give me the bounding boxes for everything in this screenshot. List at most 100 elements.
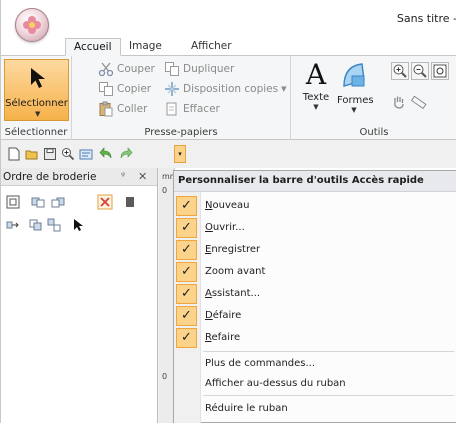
group-select: Sélectionner ▼ Sélectionner xyxy=(1,56,72,140)
sequence-icon[interactable] xyxy=(6,218,20,232)
close-icon[interactable]: ✕ xyxy=(138,170,147,183)
menu-separator xyxy=(203,395,454,396)
layout-copies-button[interactable]: Disposition copies ▼ xyxy=(164,80,287,98)
cut-label: Couper xyxy=(117,63,155,75)
cut-button[interactable]: Couper xyxy=(98,60,155,78)
checkbox-checked: ✓ xyxy=(176,262,197,282)
menu-item-more-commands[interactable]: Plus de commandes... xyxy=(174,353,456,375)
undo-icon[interactable] xyxy=(99,147,113,161)
duplicate-label: Dupliquer xyxy=(183,63,235,75)
move-front-icon[interactable] xyxy=(31,195,45,209)
menu-item-open[interactable]: ✓ Ouvrir... xyxy=(174,217,456,239)
eraser-icon xyxy=(164,101,180,117)
text-tool-button[interactable]: A Texte ▼ xyxy=(299,60,333,112)
tab-afficher[interactable]: Afficher xyxy=(183,38,240,56)
wizard-icon[interactable] xyxy=(79,147,93,161)
label-rest: ouveau xyxy=(212,200,250,211)
label-rest: uvrir... xyxy=(212,222,245,233)
delete-object-icon[interactable] xyxy=(97,194,113,210)
hand-icon xyxy=(394,96,404,109)
label-rest: efaire xyxy=(211,332,241,343)
menu-item-redo[interactable]: ✓ Refaire xyxy=(174,327,456,349)
zoom-in-button[interactable] xyxy=(391,62,409,80)
checkbox-checked: ✓ xyxy=(176,218,197,238)
checkmark-icon: ✓ xyxy=(181,264,192,279)
label-rest: éfaire xyxy=(212,310,242,321)
menu-item-undo[interactable]: ✓ Défaire xyxy=(174,305,456,327)
flower-logo-icon xyxy=(23,16,41,34)
checkmark-icon: ✓ xyxy=(181,242,192,257)
ribbon-tab-bar: Accueil Image Afficher xyxy=(1,36,456,56)
copy-button[interactable]: Copier xyxy=(98,80,151,98)
pan-hand-button[interactable] xyxy=(391,94,409,112)
group-icon[interactable] xyxy=(29,218,43,232)
save-icon[interactable] xyxy=(43,147,57,161)
title-bar: Sans titre - xyxy=(1,0,456,42)
quick-access-toolbar: ▾ xyxy=(1,140,456,168)
copy-label: Copier xyxy=(117,83,152,95)
checkbox-checked: ✓ xyxy=(176,328,197,348)
chevron-down-icon: ▼ xyxy=(351,106,357,114)
menu-item-label: Refaire xyxy=(205,332,240,343)
zoom-out-button[interactable] xyxy=(411,62,429,80)
open-folder-icon[interactable] xyxy=(25,147,39,161)
layout-copies-icon xyxy=(164,81,180,97)
clipboard-icon xyxy=(98,101,114,117)
menu-item-label: Enregistrer xyxy=(205,244,260,255)
stop-icon[interactable] xyxy=(123,195,137,209)
access-key: D xyxy=(205,310,213,321)
paste-label: Coller xyxy=(117,103,148,115)
checkbox-checked: ✓ xyxy=(176,284,197,304)
chevron-down-icon: ▼ xyxy=(281,85,287,93)
label-rest: ssistant... xyxy=(211,288,261,299)
customize-qat-button[interactable]: ▾ xyxy=(174,145,186,163)
shapes-tool-label: Formes xyxy=(337,95,374,106)
checkbox-checked: ✓ xyxy=(176,306,197,326)
checkmark-icon: ✓ xyxy=(181,286,192,301)
ungroup-icon[interactable] xyxy=(47,218,61,232)
zoom-fit-icon xyxy=(433,64,447,78)
zoom-in-icon[interactable] xyxy=(61,147,75,161)
panel-title: Ordre de broderie xyxy=(3,171,97,183)
menu-item-save[interactable]: ✓ Enregistrer xyxy=(174,239,456,261)
checkmark-icon: ✓ xyxy=(181,198,192,213)
menu-item-zoom-in[interactable]: ✓ Zoom avant xyxy=(174,261,456,283)
menu-item-minimize-ribbon[interactable]: Réduire le ruban xyxy=(174,398,456,420)
ruler-mark: 0 xyxy=(162,372,168,381)
select-button[interactable]: Sélectionner ▼ xyxy=(4,59,69,121)
zoom-in-icon xyxy=(393,64,407,78)
ruler-mark: 0 xyxy=(162,186,168,195)
pin-icon[interactable]: ᵠ xyxy=(121,171,125,182)
menu-item-label: Défaire xyxy=(205,310,241,321)
checkmark-icon: ✓ xyxy=(181,220,192,235)
cursor-arrow-icon xyxy=(31,68,45,88)
menu-item-wizard[interactable]: ✓ Assistant... xyxy=(174,283,456,305)
customize-qat-menu: Personnaliser la barre d'outils Accès ra… xyxy=(173,170,456,423)
app-window: Sans titre - Accueil Image Afficher Séle… xyxy=(0,0,456,423)
tab-accueil[interactable]: Accueil xyxy=(65,38,121,56)
menu-item-label: Réduire le ruban xyxy=(205,403,288,414)
menu-item-label: Nouveau xyxy=(205,200,249,211)
new-file-icon[interactable] xyxy=(7,147,21,161)
menu-separator xyxy=(203,351,454,352)
app-menu-button[interactable] xyxy=(15,8,49,42)
chevron-down-icon: ▾ xyxy=(178,150,182,158)
delete-button[interactable]: Effacer xyxy=(164,100,220,118)
group-tools: A Texte ▼ Formes ▼ Outils xyxy=(291,56,456,140)
fit-view-icon[interactable] xyxy=(6,195,20,209)
move-back-icon[interactable] xyxy=(51,195,65,209)
redo-icon[interactable] xyxy=(119,147,133,161)
ruler-icon xyxy=(410,95,427,110)
paste-button[interactable]: Coller xyxy=(98,100,147,118)
menu-item-show-above-ribbon[interactable]: Afficher au-dessus du ruban xyxy=(174,373,456,395)
zoom-fit-button[interactable] xyxy=(431,62,449,80)
shapes-tool-button[interactable]: Formes ▼ xyxy=(337,60,374,114)
duplicate-button[interactable]: Dupliquer xyxy=(164,60,234,78)
pointer-icon[interactable] xyxy=(71,218,85,232)
measure-button[interactable] xyxy=(410,94,429,112)
menu-item-new[interactable]: ✓ Nouveau xyxy=(174,195,456,217)
tab-image[interactable]: Image xyxy=(121,38,170,56)
layout-copies-label: Disposition copies xyxy=(183,83,279,95)
group-select-label: Sélectionner xyxy=(4,127,68,138)
access-key: O xyxy=(205,222,213,233)
